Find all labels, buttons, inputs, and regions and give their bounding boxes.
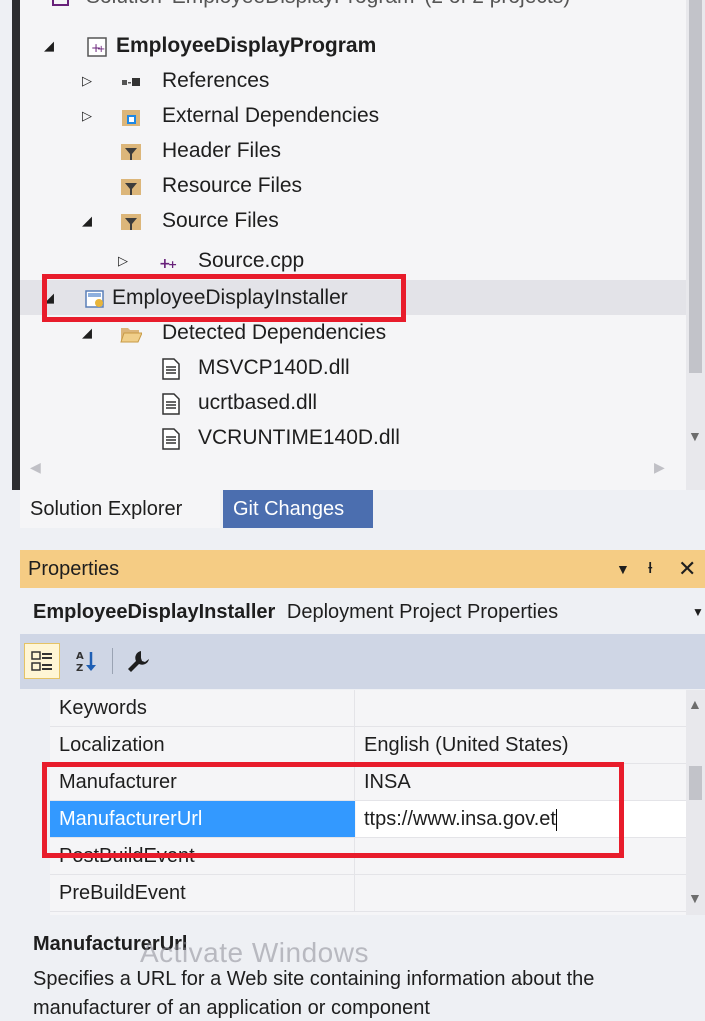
tree-item-source-files[interactable]: ◢ Source Files [20, 203, 686, 238]
tool-window-tabs: Solution Explorer Git Changes [20, 490, 705, 530]
tree-scroll-thumb[interactable] [689, 0, 702, 373]
solution-explorer-tree: Solution 'EmployeeDisplayProgram' (2 of … [20, 0, 686, 490]
toolbar-separator [112, 648, 113, 674]
tree-item-label: References [162, 69, 270, 92]
tree-item-msvcp140d-dll[interactable]: MSVCP140D.dll [20, 350, 686, 385]
property-grid-scroll-thumb[interactable] [689, 766, 702, 800]
svg-text:A: A [76, 651, 84, 662]
scroll-left-arrow-icon[interactable]: ◀ [30, 459, 41, 476]
svg-text:Z: Z [76, 663, 83, 673]
pin-icon[interactable]: ᵻ [648, 548, 652, 586]
collapsed-arrow-icon[interactable]: ▷ [82, 63, 92, 98]
highlight-box-installer [42, 274, 406, 322]
dll-file-icon [160, 426, 182, 450]
dll-file-icon [160, 391, 182, 415]
chevron-down-icon[interactable]: ▼ [692, 590, 704, 634]
tree-item-label: Source.cpp [198, 249, 305, 272]
properties-title: Properties [28, 558, 120, 580]
expanded-arrow-icon[interactable]: ◢ [82, 203, 92, 238]
property-value[interactable]: English (United States) [356, 727, 686, 763]
tree-item-employee-display-program[interactable]: ◢ + + EmployeeDisplayProgram [20, 28, 686, 63]
categorized-icon [31, 651, 52, 671]
tree-item-label: MSVCP140D.dll [198, 356, 350, 379]
tree-item-references[interactable]: ▷ References [20, 63, 686, 98]
property-pages-button[interactable] [120, 643, 156, 679]
tree-item-external-dependencies[interactable]: ▷ External Dependencies [20, 98, 686, 133]
svg-text:+: + [168, 258, 177, 271]
tree-horizontal-scrollbar[interactable]: ◀ ▶ [20, 455, 686, 481]
tree-item-ucrtbased-dll[interactable]: ucrtbased.dll [20, 385, 686, 420]
tree-item-resource-files[interactable]: Resource Files [20, 168, 686, 203]
description-text: Specifies a URL for a Web site containin… [33, 968, 595, 1019]
filter-folder-icon [120, 139, 142, 161]
collapsed-arrow-icon[interactable]: ▷ [118, 243, 128, 278]
window-position-dropdown-icon[interactable]: ▼ [616, 550, 630, 588]
property-row-localization[interactable]: Localization English (United States) [50, 727, 686, 764]
expanded-arrow-icon[interactable]: ◢ [44, 28, 54, 63]
alphabetical-button[interactable]: AZ [68, 643, 104, 679]
tree-item-label: Source Files [162, 209, 279, 232]
property-row-keywords[interactable]: Keywords [50, 690, 686, 727]
tree-item-label: Solution 'EmployeeDisplayProgram' (2 of … [86, 0, 570, 14]
external-dependencies-icon [120, 104, 142, 126]
dll-file-icon [160, 356, 182, 380]
tree-item-label: Resource Files [162, 174, 303, 197]
cpp-file-icon: + + [158, 249, 180, 272]
tree-item-label: ucrtbased.dll [198, 391, 318, 414]
highlight-box-manufacturer [42, 762, 624, 858]
solution-icon [50, 0, 72, 7]
activate-windows-watermark: Activate Windows [140, 937, 369, 968]
wrench-icon [128, 651, 149, 672]
cpp-project-icon: + + [86, 34, 108, 57]
property-value[interactable] [356, 690, 686, 726]
tab-solution-explorer[interactable]: Solution Explorer [20, 490, 220, 528]
tree-item-vcruntime140d-dll[interactable]: VCRUNTIME140D.dll [20, 420, 686, 455]
collapsed-arrow-icon[interactable]: ▷ [82, 98, 92, 133]
references-icon [120, 69, 142, 91]
tree-item-label: External Dependencies [162, 104, 380, 127]
filter-folder-icon [120, 174, 142, 196]
tree-item-label: EmployeeDisplayProgram [116, 34, 377, 57]
property-value[interactable] [356, 875, 686, 911]
scroll-down-arrow-icon[interactable]: ▼ [688, 428, 702, 444]
object-type: Deployment Project Properties [286, 601, 559, 623]
categorized-button[interactable] [24, 643, 60, 679]
properties-toolbar: AZ [20, 634, 705, 689]
svg-text:+: + [97, 44, 105, 55]
property-name: PreBuildEvent [50, 875, 355, 911]
scroll-right-arrow-icon[interactable]: ▶ [654, 459, 665, 476]
tree-item-solution[interactable]: Solution 'EmployeeDisplayProgram' (2 of … [20, 0, 686, 14]
property-name: Keywords [50, 690, 355, 726]
window-edge [12, 0, 20, 490]
scroll-up-arrow-icon[interactable]: ▲ [688, 696, 702, 712]
sort-alphabetical-icon: AZ [76, 651, 96, 673]
property-row-pre-build-event[interactable]: PreBuildEvent [50, 875, 686, 912]
properties-title-bar: Properties ▼ ᵻ ✕ [20, 550, 705, 588]
tree-item-label: Header Files [162, 139, 282, 162]
object-selector[interactable]: EmployeeDisplayInstaller Deployment Proj… [20, 590, 705, 634]
tree-item-source-cpp[interactable]: ▷ + + Source.cpp [20, 243, 686, 278]
scroll-down-arrow-icon[interactable]: ▼ [688, 890, 702, 906]
property-name: Localization [50, 727, 355, 763]
property-grid-scrollbar[interactable] [686, 690, 705, 915]
object-name: EmployeeDisplayInstaller [33, 601, 276, 623]
tab-git-changes[interactable]: Git Changes [223, 490, 373, 528]
open-folder-icon [120, 321, 143, 343]
filter-folder-icon [120, 209, 142, 231]
tree-item-label: VCRUNTIME140D.dll [198, 426, 400, 449]
close-icon[interactable]: ✕ [678, 550, 696, 588]
tree-item-header-files[interactable]: Header Files [20, 133, 686, 168]
